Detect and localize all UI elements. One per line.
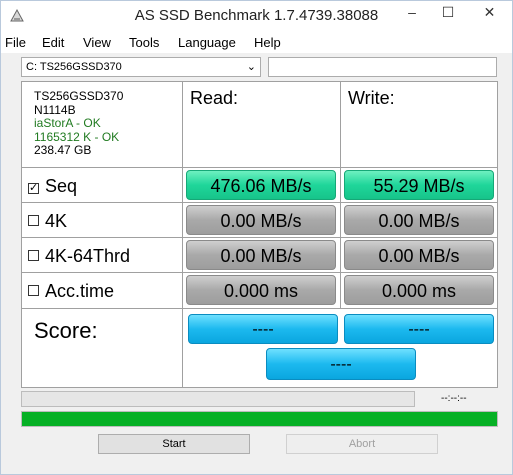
- acctime-test-label: Acc.time: [45, 281, 115, 301]
- drive-info: TS256GSSD370 N1114B iaStorA - OK 1165312…: [34, 89, 124, 158]
- menu-tools[interactable]: Tools: [129, 35, 159, 50]
- menu-edit[interactable]: Edit: [42, 35, 64, 50]
- 4k-test-checkbox[interactable]: 4K: [28, 211, 67, 232]
- drive-select-value: C: TS256GSSD370: [26, 61, 122, 73]
- drive-firmware: N1114B: [34, 102, 76, 117]
- drive-size: 238.47 GB: [34, 143, 92, 157]
- checkbox-unchecked-icon: [28, 285, 39, 296]
- total-progress-bar: [21, 411, 498, 427]
- 4k-write-result: 0.00 MB/s: [344, 205, 494, 235]
- 4k64-test-label: 4K-64Thrd: [45, 246, 131, 266]
- drive-alignment-status: 1165312 K - OK: [34, 129, 120, 144]
- menu-language[interactable]: Language: [178, 35, 236, 50]
- minimize-button[interactable]: –: [395, 1, 429, 25]
- 4k64-test-checkbox[interactable]: 4K-64Thrd: [28, 246, 130, 267]
- results-grid: TS256GSSD370 N1114B iaStorA - OK 1165312…: [21, 81, 498, 388]
- read-score: ----: [188, 314, 338, 344]
- start-button[interactable]: Start: [98, 434, 250, 454]
- seq-test-label: Seq: [45, 176, 78, 196]
- read-column-header: Read:: [190, 88, 239, 108]
- 4k64-write-result: 0.00 MB/s: [344, 240, 494, 270]
- grid-divider: [22, 202, 497, 203]
- drive-select[interactable]: C: TS256GSSD370 ⌄: [21, 57, 261, 77]
- chevron-down-icon: ⌄: [246, 61, 256, 73]
- maximize-button[interactable]: ☐: [431, 1, 465, 25]
- checkbox-checked-icon: ✓: [28, 182, 39, 194]
- write-score: ----: [344, 314, 494, 344]
- menu-bar: File Edit View Tools Language Help: [1, 31, 512, 53]
- seq-read-result: 476.06 MB/s: [186, 170, 336, 200]
- grid-divider: [22, 308, 497, 309]
- menu-view[interactable]: View: [83, 35, 111, 50]
- drive-driver-status: iaStorA - OK: [34, 116, 101, 130]
- side-text-field[interactable]: [268, 57, 497, 77]
- test-progress-bar: [21, 391, 415, 407]
- elapsed-time: --:--:--: [441, 393, 467, 404]
- menu-file[interactable]: File: [5, 35, 26, 50]
- grid-divider: [182, 82, 183, 387]
- total-progress-fill: [22, 412, 497, 426]
- title-bar: AS SSD Benchmark 1.7.4739.38088 – ☐ ✕: [1, 1, 512, 31]
- checkbox-unchecked-icon: [28, 215, 39, 226]
- grid-divider: [22, 167, 497, 168]
- abort-button[interactable]: Abort: [286, 434, 438, 454]
- 4k64-read-result: 0.00 MB/s: [186, 240, 336, 270]
- 4k-test-label: 4K: [45, 211, 68, 231]
- grid-divider: [22, 272, 497, 273]
- acctime-test-checkbox[interactable]: Acc.time: [28, 281, 114, 302]
- seq-test-checkbox[interactable]: ✓ Seq: [28, 176, 77, 197]
- close-button[interactable]: ✕: [467, 1, 512, 25]
- acctime-read-result: 0.000 ms: [186, 275, 336, 305]
- checkbox-unchecked-icon: [28, 250, 39, 261]
- menu-help[interactable]: Help: [254, 35, 281, 50]
- grid-divider: [22, 237, 497, 238]
- drive-model: TS256GSSD370: [34, 89, 124, 103]
- grid-divider: [340, 82, 341, 308]
- 4k-read-result: 0.00 MB/s: [186, 205, 336, 235]
- seq-write-result: 55.29 MB/s: [344, 170, 494, 200]
- score-label: Score:: [34, 318, 98, 343]
- app-window: AS SSD Benchmark 1.7.4739.38088 – ☐ ✕ Fi…: [0, 0, 513, 475]
- acctime-write-result: 0.000 ms: [344, 275, 494, 305]
- total-score: ----: [266, 348, 416, 380]
- write-column-header: Write:: [348, 88, 395, 108]
